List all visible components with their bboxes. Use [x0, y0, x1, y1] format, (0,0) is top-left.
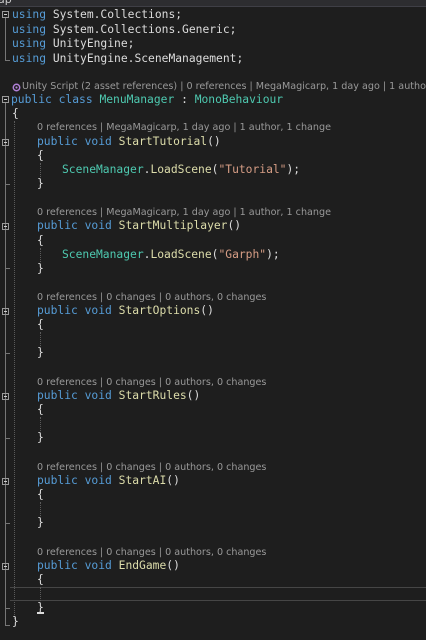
class-open-brace[interactable]: { [12, 107, 19, 121]
method-open-brace[interactable]: { [37, 573, 44, 587]
method-fold-end [5, 523, 10, 524]
method-open-brace[interactable]: { [37, 403, 44, 417]
method-fold-guide [5, 315, 6, 353]
indent-guide [14, 121, 15, 619]
document-tab-strip[interactable]: ap [0, 0, 426, 7]
using-line[interactable]: using UnityEngine; [12, 37, 134, 51]
method-codelens[interactable]: 0 references | 0 changes | 0 authors, 0 … [37, 292, 266, 304]
method-fold-end [5, 608, 10, 609]
method-fold-guide [5, 230, 6, 268]
collapse-method-icon[interactable] [2, 308, 9, 315]
using-fold-end [5, 60, 10, 61]
using-line[interactable]: using System.Collections; [12, 8, 182, 22]
code-editor[interactable]: ap using System.Collections; using Syste… [0, 0, 426, 640]
method-open-brace[interactable]: { [37, 234, 44, 248]
method-close-brace[interactable]: } [37, 262, 44, 276]
method-fold-end [5, 353, 10, 354]
class-declaration[interactable]: public class MenuManager : MonoBehaviour [11, 93, 283, 107]
method-open-brace[interactable]: { [37, 318, 44, 332]
method-fold-guide [5, 400, 6, 438]
method-signature[interactable]: public void StartMultiplayer() [37, 219, 241, 233]
method-fold-guide [5, 570, 6, 608]
method-close-brace[interactable]: } [37, 516, 44, 530]
collapse-method-icon[interactable] [2, 563, 9, 570]
method-codelens[interactable]: 0 references | MegaMagicarp, 1 day ago |… [37, 207, 331, 219]
method-codelens[interactable]: 0 references | 0 changes | 0 authors, 0 … [37, 377, 266, 389]
collapse-method-icon[interactable] [2, 139, 9, 146]
method-signature[interactable]: public void StartRules() [37, 389, 200, 403]
method-fold-end [5, 268, 10, 269]
method-codelens[interactable]: 0 references | 0 changes | 0 authors, 0 … [37, 547, 266, 559]
using-line[interactable]: using System.Collections.Generic; [12, 23, 236, 37]
indent-guide [40, 248, 41, 262]
class-fold-end [5, 625, 10, 626]
method-close-brace[interactable]: } [37, 431, 44, 445]
indent-guide [40, 332, 41, 346]
collapse-class-icon[interactable] [2, 96, 9, 103]
indent-guide [40, 502, 41, 516]
indent-guide [40, 417, 41, 431]
method-body-statement[interactable]: SceneManager.LoadScene("Garph"); [62, 248, 280, 262]
text-caret [37, 612, 44, 614]
method-fold-guide [5, 146, 6, 184]
method-open-brace[interactable]: { [37, 149, 44, 163]
method-close-brace[interactable]: } [37, 177, 44, 191]
method-signature[interactable]: public void StartTutorial() [37, 135, 221, 149]
collapse-method-icon[interactable] [2, 393, 9, 400]
method-signature[interactable]: public void StartAI() [37, 474, 180, 488]
method-signature[interactable]: public void EndGame() [37, 559, 180, 573]
method-signature[interactable]: public void StartOptions() [37, 304, 214, 318]
using-fold-guide [5, 18, 6, 60]
method-body-statement[interactable]: SceneManager.LoadScene("Tutorial"); [62, 163, 300, 177]
method-codelens[interactable]: 0 references | 0 changes | 0 authors, 0 … [37, 462, 266, 474]
unity-script-icon [12, 83, 21, 92]
current-line-highlight [10, 587, 426, 601]
method-fold-guide [5, 485, 6, 523]
document-tab-label[interactable]: ap [0, 0, 12, 6]
method-fold-end [5, 438, 10, 439]
indent-guide [40, 587, 41, 601]
method-open-brace[interactable]: { [37, 488, 44, 502]
indent-guide [40, 163, 41, 177]
class-codelens[interactable]: Unity Script (2 asset references) | 0 re… [22, 81, 426, 93]
method-codelens[interactable]: 0 references | MegaMagicarp, 1 day ago |… [37, 122, 331, 134]
method-fold-end [5, 184, 10, 185]
collapse-usings-icon[interactable] [2, 11, 9, 18]
collapse-method-icon[interactable] [2, 223, 9, 230]
using-line[interactable]: using UnityEngine.SceneManagement; [12, 52, 243, 66]
collapse-method-icon[interactable] [2, 478, 9, 485]
method-close-brace[interactable]: } [37, 346, 44, 360]
class-close-brace[interactable]: } [12, 615, 19, 629]
